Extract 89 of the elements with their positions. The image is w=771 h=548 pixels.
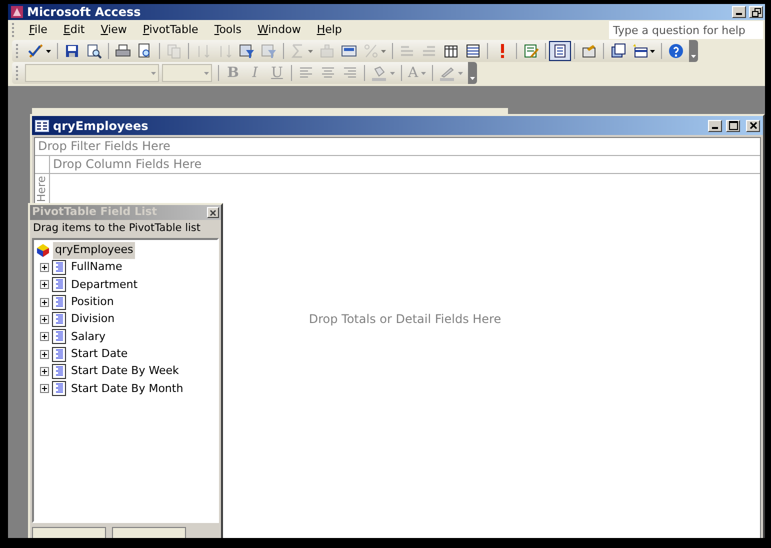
menu-item[interactable]: Edit [55,20,93,40]
window-title: qryEmployees [53,118,148,134]
caret-icon [381,50,386,52]
tree-item[interactable]: FullName [69,259,124,276]
minimize-icon [736,13,742,15]
database-window-icon [610,43,626,59]
caret-icon [204,72,209,74]
expand-icon[interactable] [40,298,49,307]
field-icon [52,260,66,276]
field-icon [52,346,66,362]
filter-drop-zone: Drop Filter Fields Here [38,139,170,153]
percent-icon [363,43,379,59]
paint-bucket-icon [371,65,387,81]
tree-item[interactable]: Start Date [69,346,130,362]
field-icon [52,381,66,396]
caret-icon [470,77,476,80]
hide-details-icon [465,43,481,59]
close-icon [210,210,216,216]
copy-icon [166,43,182,59]
properties-icon [581,43,597,59]
expand-icon[interactable] [40,332,49,342]
minimize-button[interactable] [732,6,746,18]
caret-icon [390,72,395,74]
field-icon [52,277,66,292]
panel-hint: Drag items to the PivotTable list [32,221,202,236]
search-icon [86,43,102,59]
field-icon [52,364,66,379]
field-list-icon [552,43,568,59]
minimize-button[interactable] [708,120,722,132]
restore-button[interactable] [749,6,763,18]
tree-item[interactable]: qryEmployees [53,242,136,259]
toolbar-overflow-button[interactable] [689,40,698,62]
minimize-icon [712,126,718,128]
caret-icon [650,50,655,52]
menu-item[interactable]: File [21,20,56,40]
expand-icon[interactable] [40,384,49,394]
exclamation-icon [500,44,504,58]
menu-item[interactable]: Help [308,20,350,40]
printer-icon [115,43,131,59]
expand-icon[interactable] [40,350,49,359]
menu-item[interactable]: Tools [206,20,250,40]
caret-icon [691,55,696,58]
save-icon [64,43,80,59]
field-icon [52,312,66,328]
cube-icon [36,243,50,258]
app-title: Microsoft Access [27,4,141,21]
field-icon [52,294,66,310]
toolbar-overflow-button[interactable] [468,62,478,84]
menu-item[interactable]: Window [249,20,309,40]
expand-icon [421,43,437,59]
pen-icon [439,65,456,81]
tree-item[interactable]: Division [69,311,117,328]
close-button[interactable] [207,207,219,218]
column-drop-zone: Drop Column Fields Here [52,156,202,173]
row-drop-zone: Here [35,175,49,202]
tree-item[interactable]: Salary [69,328,108,346]
close-icon [750,122,756,129]
tree-item[interactable]: Position [69,294,116,311]
filter-icon [261,43,277,59]
caret-icon [421,72,426,74]
caret-icon [458,72,464,74]
spreadsheet-icon [523,43,539,59]
show-details-icon [443,43,459,59]
tree-item[interactable]: Start Date By Week [69,363,181,380]
help-search-field[interactable]: Type a question for help [609,21,763,39]
pivot-table-icon [35,120,49,132]
menu-item[interactable]: View [92,20,135,40]
view-icon [28,43,44,59]
new-object-icon [632,43,648,59]
close-button[interactable] [746,120,760,132]
caret-icon [151,72,156,74]
tree-item[interactable]: Start Date By Month [69,380,186,398]
expand-icon[interactable] [40,315,49,324]
field-icon [52,329,66,344]
expand-icon[interactable] [40,366,49,376]
expand-icon[interactable] [40,280,49,290]
expand-icon[interactable] [40,263,49,272]
caret-icon [308,50,313,52]
maximize-icon [728,121,738,130]
toolbar-button[interactable] [549,41,571,61]
data-drop-zone: Drop Totals or Detail Fields Here [308,310,502,328]
caret-icon [46,50,51,52]
filter-icon [239,43,255,59]
maximize-button[interactable] [726,120,740,132]
restore-icon [752,8,760,16]
collapse-icon [399,43,415,59]
menu-item[interactable]: PivotTable [134,20,206,40]
help-icon [668,43,684,59]
tree-item[interactable]: Department [69,276,140,294]
